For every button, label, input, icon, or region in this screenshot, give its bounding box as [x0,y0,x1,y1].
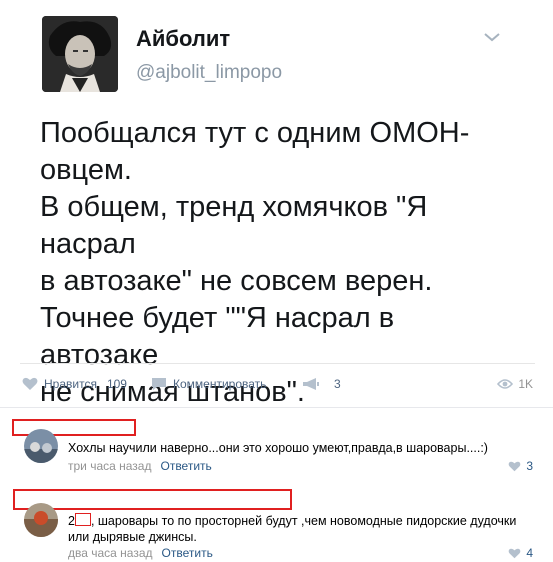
comment-text: 2, шаровары то по просторней будут ,чем … [68,513,523,545]
eye-icon [497,379,514,389]
views-count: 1K [518,377,533,391]
redacted-mention [74,513,91,526]
megaphone-icon [303,378,319,390]
divider [0,407,553,408]
comment-like-button[interactable]: 4 [508,546,533,560]
comment-meta: два часа назад Ответить [68,546,213,560]
comment-like-count: 4 [526,546,533,560]
display-name[interactable]: Айболит [136,26,230,52]
like-label: Нравится [44,377,97,391]
share-button[interactable]: 3 [302,377,341,391]
heart-icon [22,377,38,390]
post-actions-bar: Нравится 109 Комментировать 3 1K [0,370,553,402]
comment-text-body: , шаровары то по просторней будут ,чем н… [68,514,517,544]
commenter-avatar[interactable] [24,429,58,463]
username-handle[interactable]: @ajbolit_limpopo [136,62,282,84]
reply-link[interactable]: Ответить [162,546,213,560]
share-count: 3 [334,377,341,391]
tweet-card: Айболит @ajbolit_limpopo Пообщался тут с… [0,0,553,408]
divider [20,363,535,364]
comment-item: Хохлы научили наверно...они это хорошо у… [0,417,553,487]
comment-like-count: 3 [526,459,533,473]
like-button[interactable]: Нравится 109 [22,377,127,391]
comment-like-button[interactable]: 3 [508,459,533,473]
views-counter: 1K [497,377,533,391]
comment-label: Комментировать [173,377,267,391]
tweet-text: Пообщался тут с одним ОМОН- овцем. В общ… [40,117,470,408]
comment-text: Хохлы научили наверно...они это хорошо у… [68,441,488,455]
like-count: 109 [106,377,127,391]
heart-icon [508,461,521,471]
comment-meta: три часа назад Ответить [68,459,212,473]
author-avatar[interactable] [42,16,118,92]
commenter-avatar[interactable] [24,503,58,537]
comment-time[interactable]: три часа назад [68,459,151,473]
redacted-author-name [13,489,292,510]
comment-text-prefix: 2 [68,514,75,528]
heart-icon [508,548,521,558]
reply-link[interactable]: Ответить [160,459,211,473]
chevron-down-icon[interactable] [482,30,502,44]
comment-icon [152,378,166,390]
comment-item: 2, шаровары то по просторней будут ,чем … [0,486,553,562]
comment-time[interactable]: два часа назад [68,546,153,560]
comment-button[interactable]: Комментировать [151,377,266,391]
